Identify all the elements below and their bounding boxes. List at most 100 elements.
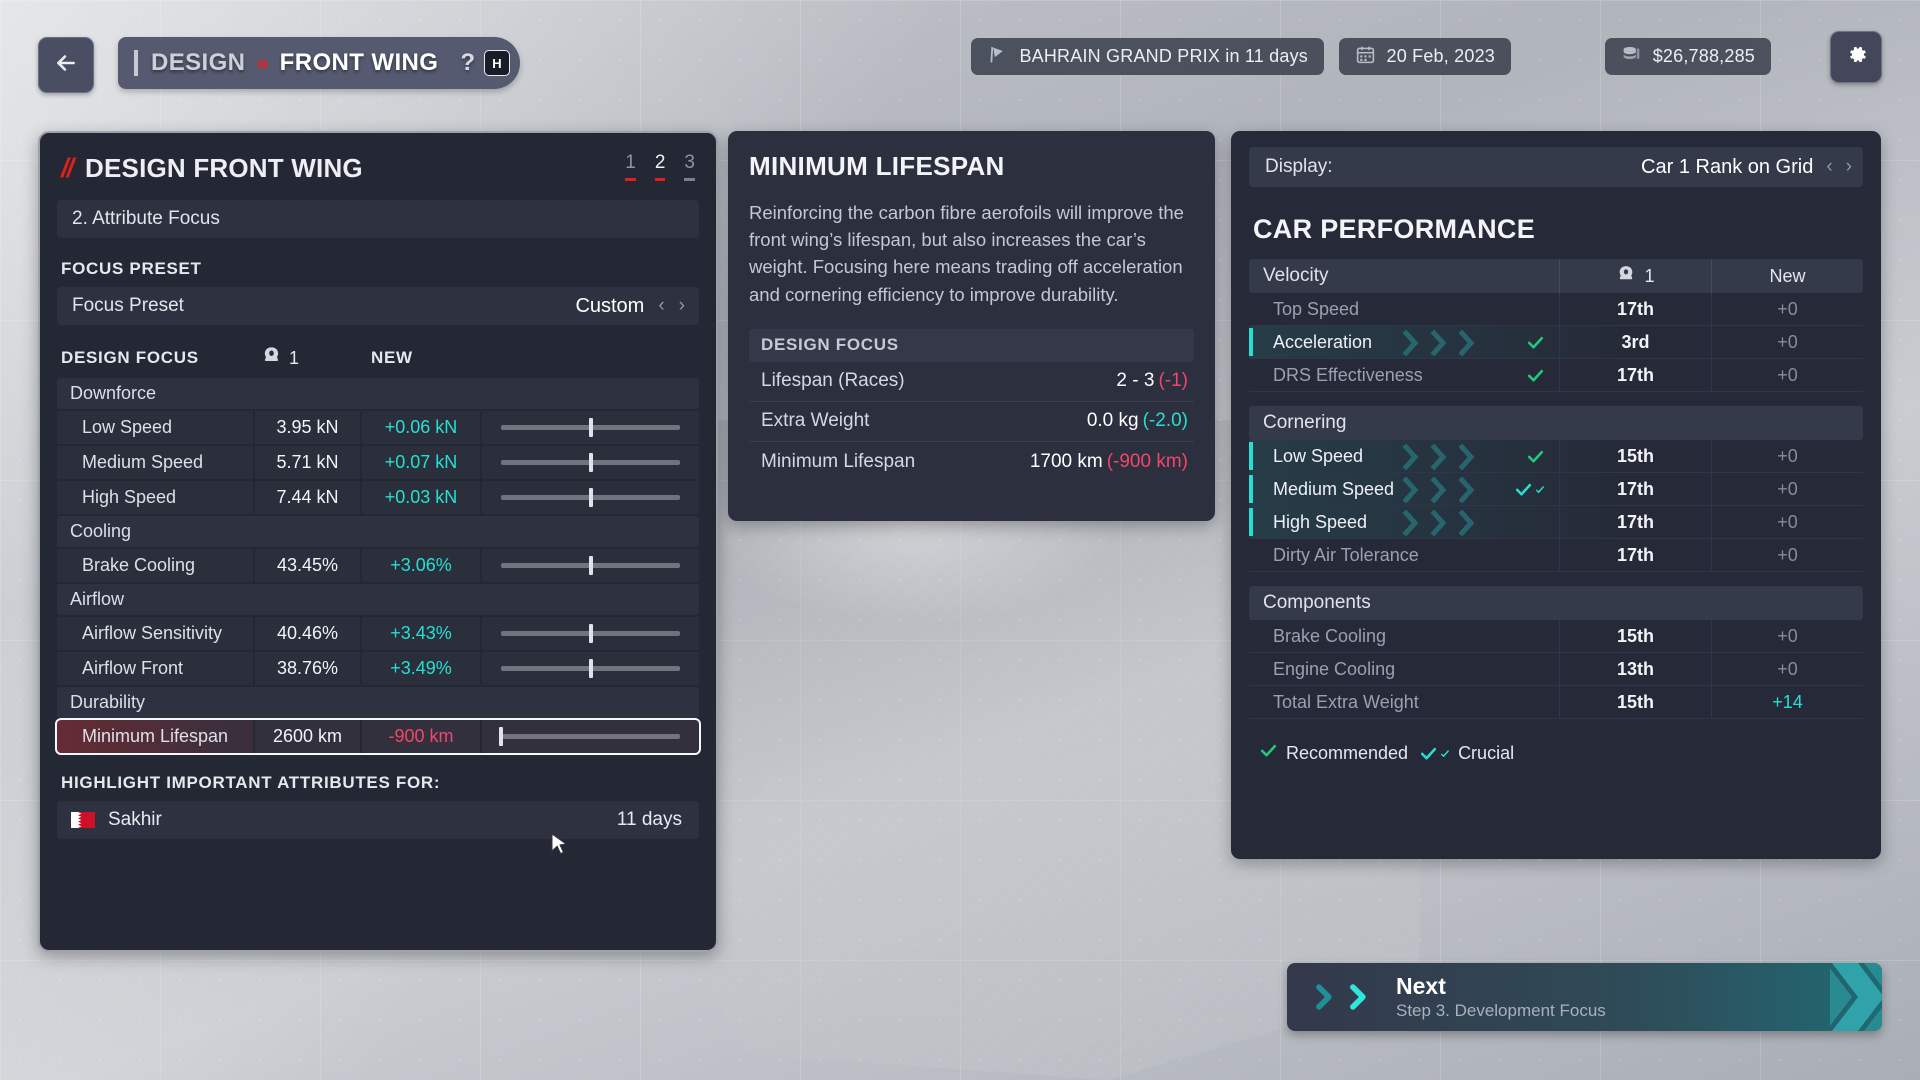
attribute-row[interactable]: Low Speed 3.95 kN +0.06 kN bbox=[57, 411, 699, 444]
slider-knob[interactable] bbox=[588, 624, 593, 643]
attribute-group-header: Airflow bbox=[57, 584, 699, 615]
attribute-row[interactable]: Medium Speed 5.71 kN +0.07 kN bbox=[57, 446, 699, 479]
performance-row-name: Brake Cooling bbox=[1273, 626, 1387, 646]
performance-row-name-cell: Top Speed bbox=[1249, 293, 1559, 326]
performance-row[interactable]: Total Extra Weight 15th +14 bbox=[1249, 686, 1863, 719]
attribute-slider[interactable] bbox=[482, 652, 699, 685]
next-race-chip[interactable]: BAHRAIN GRAND PRIX in 11 days bbox=[971, 38, 1324, 75]
legend-recommended-label: Recommended bbox=[1286, 742, 1409, 763]
step-3[interactable]: 3 bbox=[684, 153, 695, 181]
chevron-accent-icon bbox=[1399, 473, 1483, 506]
slider-track[interactable] bbox=[501, 556, 680, 575]
attribute-row[interactable]: Airflow Sensitivity 40.46% +3.43% bbox=[57, 617, 699, 650]
date-chip[interactable]: 20 Feb, 2023 bbox=[1338, 38, 1511, 75]
performance-row-delta: +0 bbox=[1711, 539, 1863, 572]
performance-row-delta: +0 bbox=[1711, 506, 1863, 539]
budget-chip[interactable]: $26,788,285 bbox=[1604, 38, 1771, 75]
attribute-delta: +3.43% bbox=[362, 617, 480, 650]
preset-next-icon[interactable]: › bbox=[679, 295, 685, 317]
performance-row[interactable]: DRS Effectiveness 17th +0 bbox=[1249, 359, 1863, 392]
chevron-accent-icon bbox=[1399, 326, 1483, 359]
attribute-slider[interactable] bbox=[482, 549, 699, 582]
settings-button[interactable] bbox=[1830, 31, 1882, 83]
performance-row-delta: +14 bbox=[1711, 686, 1863, 719]
coins-icon bbox=[1621, 44, 1642, 70]
step-2[interactable]: 2 bbox=[654, 153, 666, 181]
legend-crucial-label: Crucial bbox=[1458, 742, 1515, 763]
car-column-spacer bbox=[1559, 586, 1711, 620]
back-button[interactable] bbox=[38, 37, 94, 93]
attribute-delta: +3.06% bbox=[362, 549, 480, 582]
attribute-row[interactable]: Brake Cooling 43.45% +3.06% bbox=[57, 549, 699, 582]
performance-row-delta: +0 bbox=[1711, 293, 1863, 326]
step-1[interactable]: 1 bbox=[625, 153, 636, 181]
performance-row[interactable]: Acceleration 3rd +0 bbox=[1249, 326, 1863, 359]
highlight-track-row[interactable]: Sakhir 11 days bbox=[57, 801, 699, 839]
attribute-group-header: Downforce bbox=[57, 378, 699, 409]
slider-track[interactable] bbox=[499, 727, 680, 746]
recommended-check-icon bbox=[1526, 440, 1545, 473]
double-check-icon bbox=[1419, 744, 1450, 763]
info-row-key: Extra Weight bbox=[761, 410, 870, 432]
info-row: Lifespan (Races) 2 - 3 (-1) bbox=[749, 362, 1194, 402]
performance-row-name-cell: Low Speed bbox=[1249, 440, 1559, 473]
performance-row[interactable]: Medium Speed 17th +0 bbox=[1249, 473, 1863, 506]
performance-row-name: Dirty Air Tolerance bbox=[1273, 545, 1419, 565]
performance-row[interactable]: Dirty Air Tolerance 17th +0 bbox=[1249, 539, 1863, 572]
slider-track[interactable] bbox=[501, 488, 680, 507]
breadcrumb[interactable]: DESIGN » FRONT WING ? H bbox=[118, 37, 520, 89]
display-selector-row[interactable]: Display: Car 1 Rank on Grid ‹ › bbox=[1249, 147, 1863, 187]
slider-track[interactable] bbox=[501, 659, 680, 678]
performance-list: Velocity 1 New Top Speed 17th +0 Acceleration 3… bbox=[1249, 259, 1863, 719]
attribute-slider[interactable] bbox=[482, 481, 699, 514]
slider-knob[interactable] bbox=[588, 556, 593, 575]
next-button[interactable]: Next Step 3. Development Focus bbox=[1287, 963, 1882, 1031]
preset-prev-icon[interactable]: ‹ bbox=[658, 295, 664, 317]
display-next-icon[interactable]: › bbox=[1846, 156, 1852, 178]
double-chevron-right-icon bbox=[1309, 980, 1377, 1014]
performance-row[interactable]: Top Speed 17th +0 bbox=[1249, 293, 1863, 326]
slider-knob[interactable] bbox=[588, 488, 593, 507]
attribute-row[interactable]: Airflow Front 38.76% +3.49% bbox=[57, 652, 699, 685]
slider-track[interactable] bbox=[501, 624, 680, 643]
attribute-row[interactable]: High Speed 7.44 kN +0.03 kN bbox=[57, 481, 699, 514]
focus-preset-row[interactable]: Focus Preset Custom ‹ › bbox=[57, 287, 699, 325]
performance-group-name: Components bbox=[1263, 592, 1371, 613]
new-column-spacer bbox=[1711, 406, 1863, 440]
date-text: 20 Feb, 2023 bbox=[1386, 46, 1495, 66]
focus-preset-value: Custom bbox=[575, 294, 645, 317]
performance-row[interactable]: Engine Cooling 13th +0 bbox=[1249, 653, 1863, 686]
info-row-value-group: 0.0 kg (-2.0) bbox=[1087, 410, 1188, 432]
attribute-delta: -900 km bbox=[362, 720, 480, 753]
attribute-slider[interactable] bbox=[482, 720, 699, 753]
info-description: Reinforcing the carbon fibre aerofoils w… bbox=[749, 202, 1184, 305]
slider-knob[interactable] bbox=[588, 453, 593, 472]
slider-knob[interactable] bbox=[499, 727, 503, 746]
performance-row[interactable]: High Speed 17th +0 bbox=[1249, 506, 1863, 539]
car-number: 1 bbox=[289, 347, 300, 368]
attribute-row[interactable]: Minimum Lifespan 2600 km -900 km bbox=[55, 718, 701, 755]
legend-recommended: Recommended bbox=[1259, 741, 1408, 765]
help-icon[interactable]: ? bbox=[460, 49, 475, 77]
attribute-slider[interactable] bbox=[482, 617, 699, 650]
breadcrumb-separator-icon: » bbox=[256, 50, 269, 75]
next-button-chevron-decoration bbox=[1830, 963, 1882, 1031]
design-panel-title-group: // DESIGN FRONT WING bbox=[61, 153, 363, 184]
attribute-slider[interactable] bbox=[482, 411, 699, 444]
car-performance-panel: Display: Car 1 Rank on Grid ‹ › CAR PERF… bbox=[1231, 131, 1881, 859]
slider-knob[interactable] bbox=[588, 659, 593, 678]
info-row-delta: (-1) bbox=[1158, 370, 1188, 392]
chevron-accent-icon bbox=[1399, 506, 1483, 539]
performance-group-header: Components bbox=[1249, 586, 1863, 620]
slider-knob[interactable] bbox=[588, 418, 593, 437]
attribute-slider[interactable] bbox=[482, 446, 699, 479]
slider-track[interactable] bbox=[501, 453, 680, 472]
performance-row-delta: +0 bbox=[1711, 653, 1863, 686]
display-prev-icon[interactable]: ‹ bbox=[1826, 156, 1832, 178]
design-panel-header: // DESIGN FRONT WING 1 2 3 bbox=[57, 147, 699, 188]
performance-row[interactable]: Low Speed 15th +0 bbox=[1249, 440, 1863, 473]
slider-track[interactable] bbox=[501, 418, 680, 437]
performance-row[interactable]: Brake Cooling 15th +0 bbox=[1249, 620, 1863, 653]
info-row-value-group: 1700 km (-900 km) bbox=[1030, 451, 1188, 473]
recommended-check-icon bbox=[1526, 359, 1545, 392]
